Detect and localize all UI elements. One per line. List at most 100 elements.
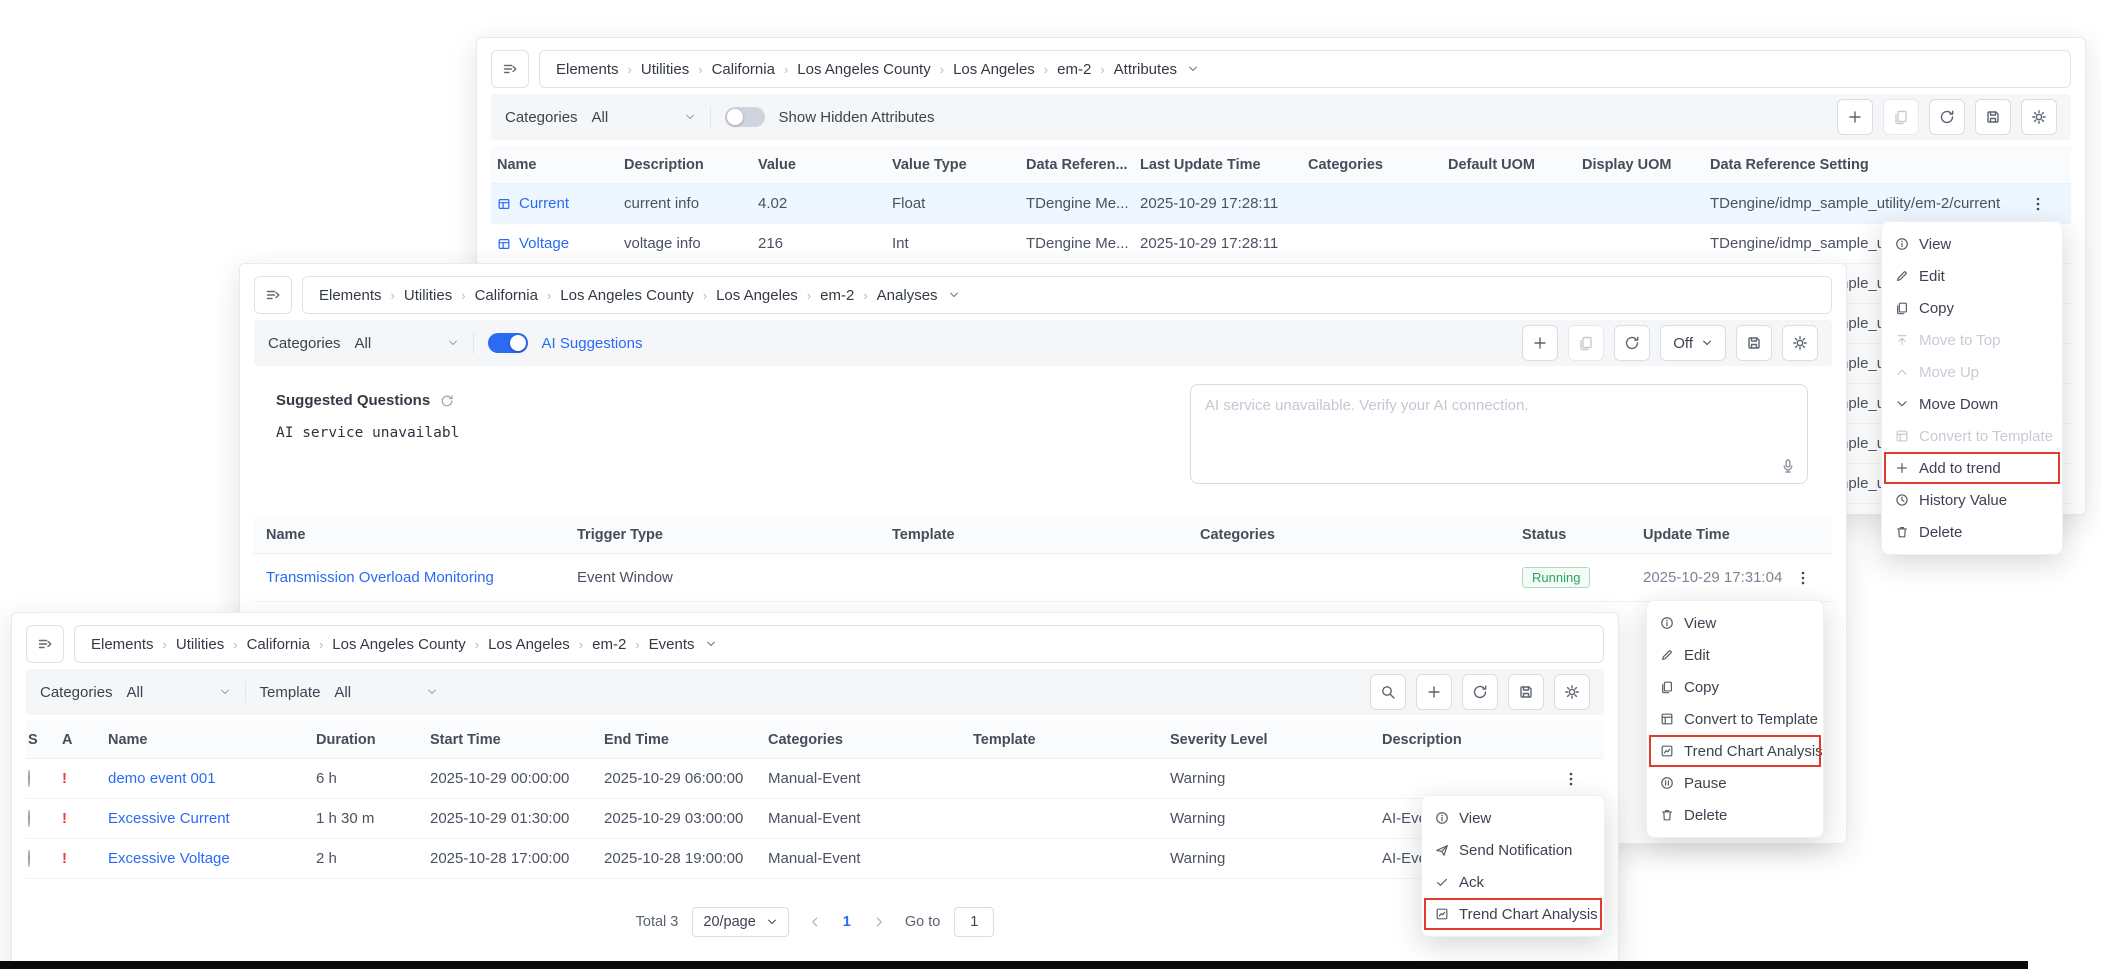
refresh-button[interactable] <box>1614 325 1650 361</box>
breadcrumb-item[interactable]: Utilities <box>641 61 689 78</box>
table-row[interactable]: Voltage voltage info 216 Int TDengine Me… <box>491 224 2071 264</box>
menu-item-pause[interactable]: Pause <box>1647 767 1823 799</box>
menu-item-delete[interactable]: Delete <box>1647 799 1823 831</box>
panel-toggle-button[interactable] <box>26 625 64 663</box>
categories-select[interactable]: All <box>127 684 231 701</box>
settings-button[interactable] <box>1554 674 1590 710</box>
table-row[interactable]: ! Excessive Current 1 h 30 m 2025-10-29 … <box>26 799 1604 839</box>
event-state-icon[interactable] <box>28 850 30 867</box>
add-event-button[interactable] <box>1416 674 1452 710</box>
breadcrumb-item[interactable]: California <box>712 61 775 78</box>
breadcrumb-item[interactable]: California <box>247 636 310 653</box>
menu-item-ack[interactable]: Ack <box>1422 866 1604 898</box>
goto-page-input[interactable] <box>954 907 994 937</box>
panel-toggle-button[interactable] <box>491 50 529 88</box>
add-attribute-button[interactable] <box>1837 99 1873 135</box>
ai-suggestions-toggle[interactable] <box>488 333 528 353</box>
breadcrumb-item[interactable]: em-2 <box>1057 61 1091 78</box>
refresh-button[interactable] <box>1929 99 1965 135</box>
refresh-suggestions-icon[interactable] <box>440 394 454 408</box>
menu-item-move-to-top[interactable]: Move to Top <box>1882 324 2062 356</box>
ai-question-input[interactable] <box>1190 384 1808 484</box>
breadcrumb-item[interactable]: Los Angeles County <box>560 287 693 304</box>
menu-item-trend-chart-analysis[interactable]: Trend Chart Analysis <box>1422 898 1604 930</box>
table-row[interactable]: ! demo event 001 6 h 2025-10-29 00:00:00… <box>26 759 1604 799</box>
page-number-current[interactable]: 1 <box>841 914 853 930</box>
next-page-button[interactable] <box>867 910 891 934</box>
copy-button[interactable] <box>1883 99 1919 135</box>
breadcrumb-item[interactable]: Utilities <box>404 287 452 304</box>
add-analysis-button[interactable] <box>1522 325 1558 361</box>
row-actions-button[interactable] <box>1788 563 1818 593</box>
breadcrumb-item[interactable]: Utilities <box>176 636 224 653</box>
event-name-link[interactable]: Excessive Current <box>108 810 230 827</box>
chevron-down-icon[interactable] <box>948 289 960 301</box>
menu-item-send-notification[interactable]: Send Notification <box>1422 834 1604 866</box>
menu-item-history-value[interactable]: History Value <box>1882 484 2062 516</box>
menu-item-view[interactable]: View <box>1882 228 2062 260</box>
event-state-icon[interactable] <box>28 810 30 827</box>
breadcrumb-item[interactable]: Los Angeles County <box>332 636 465 653</box>
menu-item-edit[interactable]: Edit <box>1882 260 2062 292</box>
event-name-link[interactable]: demo event 001 <box>108 770 216 787</box>
categories-select[interactable]: All <box>355 335 459 352</box>
show-hidden-toggle[interactable] <box>725 107 765 127</box>
categories-select[interactable]: All <box>592 109 696 126</box>
attribute-name-link[interactable]: Current <box>519 195 569 212</box>
menu-item-move-down[interactable]: Move Down <box>1882 388 2062 420</box>
template-select[interactable]: All <box>334 684 438 701</box>
breadcrumb-item[interactable]: California <box>475 287 538 304</box>
menu-item-view[interactable]: View <box>1422 802 1604 834</box>
bottom-bar <box>0 961 2028 969</box>
breadcrumb-item[interactable]: Los Angeles <box>716 287 798 304</box>
row-actions-button[interactable] <box>2023 189 2053 219</box>
menu-item-label: Convert to Template <box>1684 711 1818 728</box>
menu-item-move-up[interactable]: Move Up <box>1882 356 2062 388</box>
export-button[interactable] <box>1975 99 2011 135</box>
breadcrumb-item[interactable]: em-2 <box>592 636 626 653</box>
table-row[interactable]: ! Excessive Voltage 2 h 2025-10-28 17:00… <box>26 839 1604 879</box>
table-row[interactable]: Transmission Overload Monitoring Event W… <box>254 554 1832 602</box>
attribute-name-link[interactable]: Voltage <box>519 235 569 252</box>
export-button[interactable] <box>1736 325 1772 361</box>
menu-item-convert-to-template[interactable]: Convert to Template <box>1882 420 2062 452</box>
table-row[interactable]: Current current info 4.02 Float TDengine… <box>491 184 2071 224</box>
chevron-down-icon[interactable] <box>1187 63 1199 75</box>
menu-item-add-to-trend[interactable]: Add to trend <box>1882 452 2062 484</box>
ai-state-select[interactable]: Off <box>1660 325 1726 361</box>
breadcrumb-item[interactable]: Los Angeles County <box>797 61 930 78</box>
breadcrumb-item-current[interactable]: Analyses <box>877 287 938 304</box>
menu-item-delete[interactable]: Delete <box>1882 516 2062 548</box>
settings-button[interactable] <box>2021 99 2057 135</box>
analysis-name-link[interactable]: Transmission Overload Monitoring <box>266 569 494 586</box>
export-button[interactable] <box>1508 674 1544 710</box>
microphone-icon[interactable] <box>1780 458 1796 474</box>
refresh-button[interactable] <box>1462 674 1498 710</box>
settings-button[interactable] <box>1782 325 1818 361</box>
menu-item-view[interactable]: View <box>1647 607 1823 639</box>
breadcrumb-item[interactable]: Los Angeles <box>488 636 570 653</box>
row-actions-button[interactable] <box>1556 764 1586 794</box>
prev-page-button[interactable] <box>803 910 827 934</box>
menu-item-edit[interactable]: Edit <box>1647 639 1823 671</box>
menu-item-trend-chart-analysis[interactable]: Trend Chart Analysis <box>1647 735 1823 767</box>
breadcrumb-item[interactable]: em-2 <box>820 287 854 304</box>
menu-item-copy[interactable]: Copy <box>1882 292 2062 324</box>
column-header: Name <box>497 157 624 173</box>
breadcrumb-item[interactable]: Los Angeles <box>953 61 1035 78</box>
breadcrumb-item[interactable]: Elements <box>91 636 154 653</box>
search-button[interactable] <box>1370 674 1406 710</box>
event-state-icon[interactable] <box>28 770 30 787</box>
breadcrumb-item-current[interactable]: Attributes <box>1114 61 1177 78</box>
chevron-down-icon[interactable] <box>705 638 717 650</box>
show-hidden-label: Show Hidden Attributes <box>779 109 935 126</box>
menu-item-copy[interactable]: Copy <box>1647 671 1823 703</box>
breadcrumb-item-current[interactable]: Events <box>649 636 695 653</box>
breadcrumb-item[interactable]: Elements <box>556 61 619 78</box>
copy-button[interactable] <box>1568 325 1604 361</box>
panel-toggle-button[interactable] <box>254 276 292 314</box>
menu-item-convert-to-template[interactable]: Convert to Template <box>1647 703 1823 735</box>
page-size-select[interactable]: 20/page <box>692 907 788 937</box>
breadcrumb-item[interactable]: Elements <box>319 287 382 304</box>
event-name-link[interactable]: Excessive Voltage <box>108 850 230 867</box>
